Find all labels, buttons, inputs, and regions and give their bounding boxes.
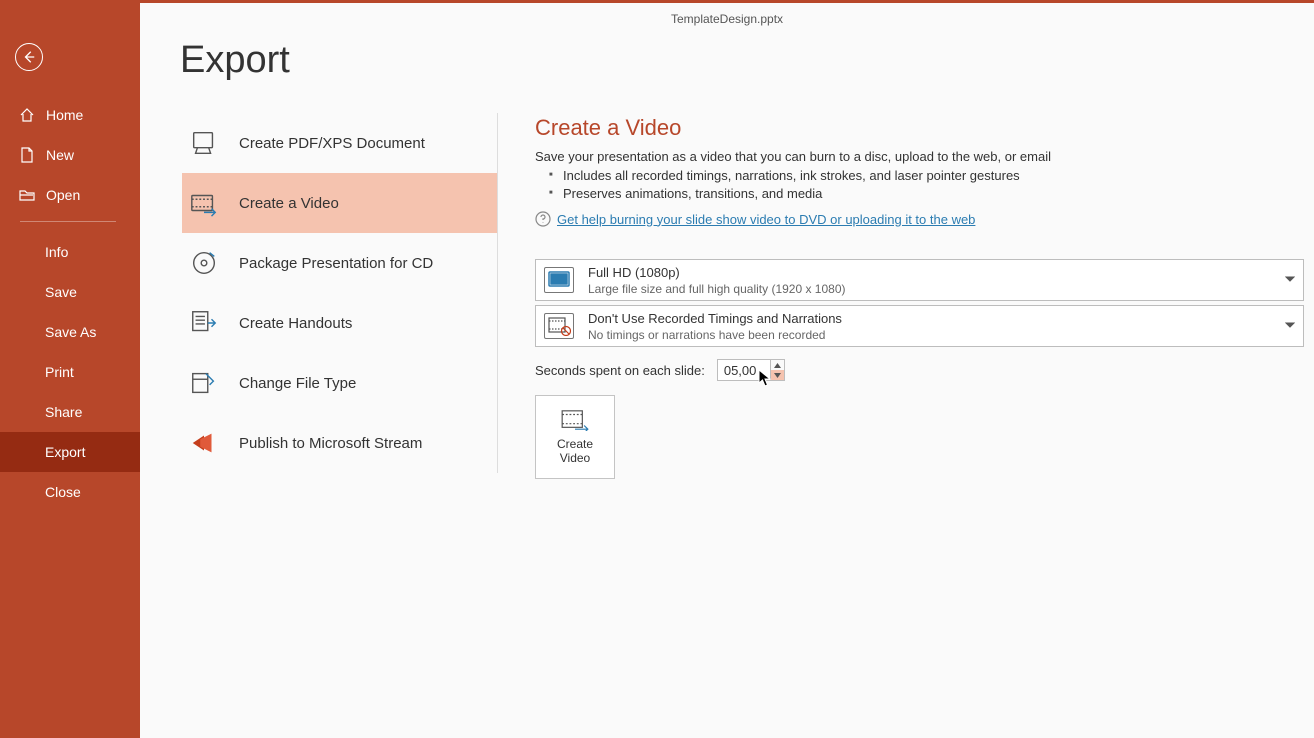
create-video-button[interactable]: Create Video (535, 395, 615, 479)
film-arrow-icon (560, 409, 590, 431)
spinner-down-button[interactable] (771, 370, 784, 380)
create-video-button-label: Create Video (557, 437, 593, 465)
sidebar-item-save[interactable]: Save (0, 272, 140, 312)
quality-title: Full HD (1080p) (588, 265, 846, 280)
create-video-icon (189, 188, 219, 218)
export-option-label: Create a Video (239, 195, 339, 212)
seconds-spinner (717, 359, 785, 381)
chevron-down-icon (1285, 271, 1295, 289)
sidebar-item-label: Open (46, 187, 80, 203)
sidebar-item-label: Save As (45, 324, 96, 340)
details-bullet: Includes all recorded timings, narration… (553, 168, 1304, 183)
details-heading: Create a Video (535, 115, 1304, 141)
sidebar-item-label: Export (45, 444, 85, 460)
export-option-change-file-type[interactable]: Change File Type (182, 353, 497, 413)
sidebar-item-label: Close (45, 484, 81, 500)
timings-sub: No timings or narrations have been recor… (588, 328, 842, 342)
export-option-label: Create Handouts (239, 315, 352, 332)
sidebar-item-label: Save (45, 284, 77, 300)
export-option-label: Change File Type (239, 375, 356, 392)
help-icon (535, 211, 551, 227)
pdf-xps-icon (189, 128, 219, 158)
export-options-list: Create PDF/XPS Document Create a Video P… (182, 113, 498, 473)
new-icon (19, 147, 35, 163)
export-details-panel: Create a Video Save your presentation as… (535, 115, 1304, 479)
sidebar-item-label: Print (45, 364, 74, 380)
home-icon (19, 107, 35, 123)
chevron-down-icon (1285, 317, 1295, 335)
sidebar-item-save-as[interactable]: Save As (0, 312, 140, 352)
arrow-left-icon (22, 50, 36, 64)
details-bullet: Preserves animations, transitions, and m… (553, 186, 1304, 201)
sidebar-item-export[interactable]: Export (0, 432, 140, 472)
stream-icon (189, 428, 219, 458)
details-bullets: Includes all recorded timings, narration… (553, 168, 1304, 201)
sidebar-item-print[interactable]: Print (0, 352, 140, 392)
quality-sub: Large file size and full high quality (1… (588, 282, 846, 296)
export-option-publish-stream[interactable]: Publish to Microsoft Stream (182, 413, 497, 473)
page-title: Export (180, 39, 290, 82)
handouts-icon (189, 308, 219, 338)
sidebar-item-share[interactable]: Share (0, 392, 140, 432)
open-icon (19, 187, 35, 203)
package-cd-icon (189, 248, 219, 278)
window-title: TemplateDesign.pptx (140, 3, 1314, 26)
sidebar-item-label: New (46, 147, 74, 163)
details-lead: Save your presentation as a video that y… (535, 149, 1304, 164)
main-panel: TemplateDesign.pptx Export Create PDF/XP… (140, 0, 1314, 738)
monitor-icon (544, 267, 574, 293)
export-option-label: Publish to Microsoft Stream (239, 435, 422, 452)
export-option-create-handouts[interactable]: Create Handouts (182, 293, 497, 353)
sidebar-item-close[interactable]: Close (0, 472, 140, 512)
export-option-label: Package Presentation for CD (239, 255, 433, 272)
backstage-sidebar: Home New Open Info Save Save As Print Sh… (0, 0, 140, 738)
timings-combo[interactable]: Don't Use Recorded Timings and Narration… (535, 305, 1304, 347)
export-option-package-cd[interactable]: Package Presentation for CD (182, 233, 497, 293)
help-link[interactable]: Get help burning your slide show video t… (557, 212, 975, 227)
sidebar-item-label: Share (45, 404, 82, 420)
export-option-pdf-xps[interactable]: Create PDF/XPS Document (182, 113, 497, 173)
sidebar-item-info[interactable]: Info (0, 232, 140, 272)
export-option-create-video[interactable]: Create a Video (182, 173, 497, 233)
seconds-input[interactable] (718, 360, 770, 380)
sidebar-item-label: Home (46, 107, 83, 123)
export-option-label: Create PDF/XPS Document (239, 135, 425, 152)
quality-combo[interactable]: Full HD (1080p) Large file size and full… (535, 259, 1304, 301)
sidebar-item-open[interactable]: Open (0, 175, 140, 215)
no-timings-icon (544, 313, 574, 339)
change-file-type-icon (189, 368, 219, 398)
sidebar-item-home[interactable]: Home (0, 95, 140, 135)
seconds-label: Seconds spent on each slide: (535, 363, 705, 378)
sidebar-item-new[interactable]: New (0, 135, 140, 175)
sidebar-separator (20, 221, 116, 222)
help-link-row: Get help burning your slide show video t… (535, 211, 1304, 227)
spinner-up-button[interactable] (771, 360, 784, 370)
timings-title: Don't Use Recorded Timings and Narration… (588, 311, 842, 326)
seconds-row: Seconds spent on each slide: (535, 359, 1304, 381)
back-button[interactable] (15, 43, 43, 71)
sidebar-item-label: Info (45, 244, 68, 260)
